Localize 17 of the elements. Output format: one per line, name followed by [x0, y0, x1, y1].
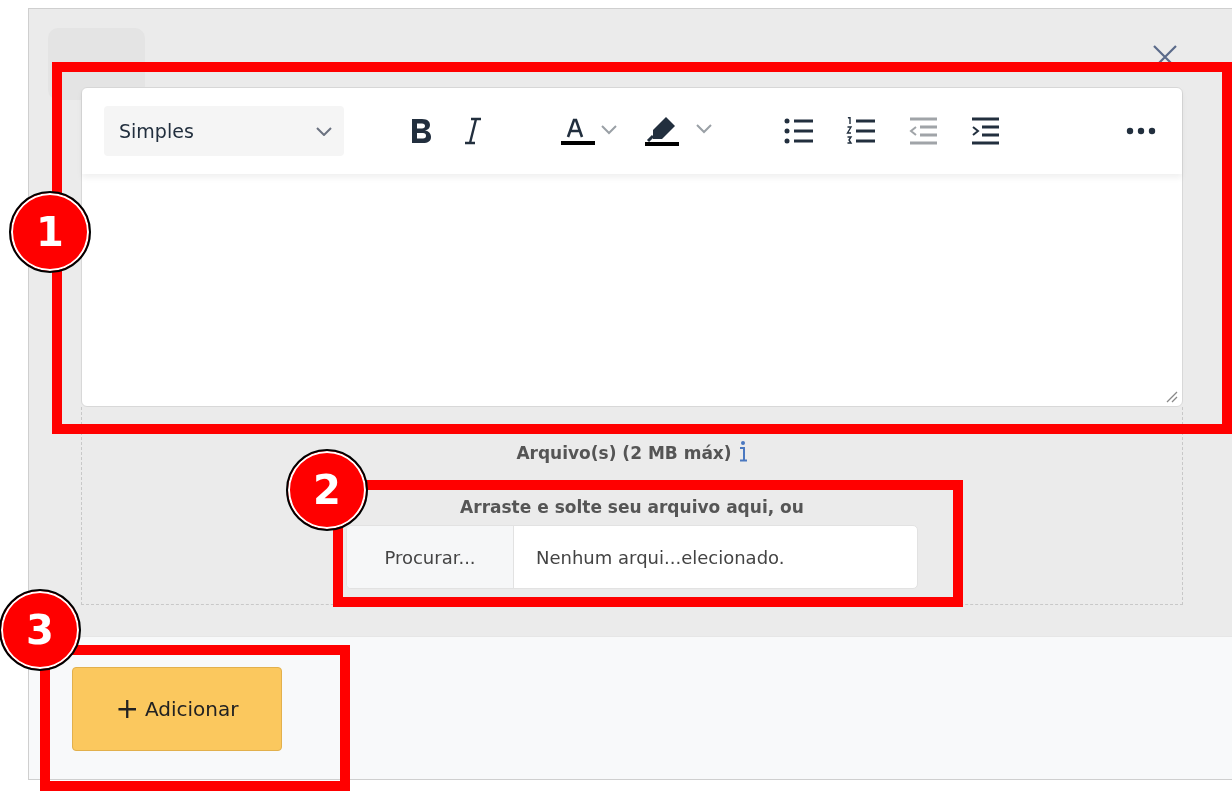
outdent-icon	[908, 117, 938, 145]
file-status-text: Nenhum arqui...elecionado.	[535, 545, 785, 570]
italic-icon	[462, 116, 484, 146]
chevron-down-icon	[316, 126, 332, 136]
add-button[interactable]: + Adicionar	[72, 667, 282, 751]
step-number-marker: 1	[9, 191, 91, 273]
bullet-list-icon	[784, 117, 814, 145]
highlighter-icon	[644, 114, 714, 148]
indent-icon	[970, 117, 1000, 145]
more-icon	[1126, 127, 1156, 135]
numbered-list-icon	[846, 117, 876, 145]
browse-button[interactable]: Procurar...	[347, 526, 514, 588]
format-dropdown[interactable]: Simples	[104, 106, 344, 156]
file-input[interactable]: Procurar... Nenhum arqui...elecionado.	[346, 525, 918, 589]
drop-hint-text: Arraste e solte seu arquivo aqui, ou	[460, 497, 804, 517]
attachment-label: Arquivo(s) (2 MB máx)	[516, 443, 732, 463]
step-number-marker: 3	[0, 589, 81, 671]
